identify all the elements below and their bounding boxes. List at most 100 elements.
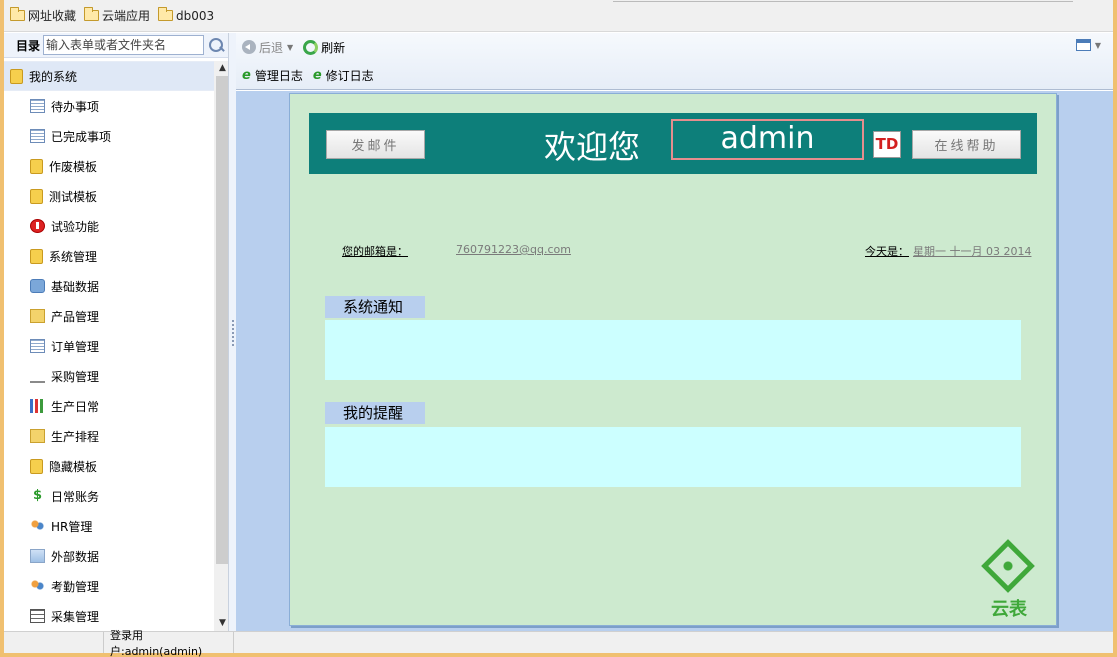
sidebar-item-label: 外部数据 [51, 549, 100, 564]
folder-icon [10, 7, 25, 21]
sidebar-item-label: 基础数据 [51, 279, 100, 294]
bookmark-label: db003 [176, 8, 215, 23]
sidebar-item-system-admin[interactable]: 系统管理 [4, 241, 214, 271]
sidebar-item-label: HR管理 [51, 519, 93, 534]
sidebar-item-experimental[interactable]: 试验功能 [4, 211, 214, 241]
sidebar-item-label: 作废模板 [49, 159, 98, 174]
sidebar-item-todo[interactable]: 待办事项 [4, 91, 214, 121]
td-logo-icon[interactable]: TD [873, 131, 901, 158]
folder-icon [30, 158, 43, 174]
sidebar-item-production-daily[interactable]: 生产日常 [4, 391, 214, 421]
sidebar-search-input[interactable] [43, 35, 205, 55]
sidebar-item-hidden-templates[interactable]: 隐藏模板 [4, 451, 214, 481]
sidebar-splitter[interactable] [228, 33, 236, 631]
my-reminder-body [325, 427, 1021, 487]
box-icon [30, 309, 45, 323]
my-reminder-title: 我的提醒 [325, 402, 425, 424]
revision-log-label: 修订日志 [325, 68, 374, 83]
bookmarks-bar: 网址收藏 云端应用 db003 [4, 0, 1113, 32]
system-notice-title: 系统通知 [325, 296, 425, 318]
cart-icon [30, 369, 45, 383]
login-user-status: 登录用户:admin(admin) [104, 629, 234, 657]
refresh-icon [303, 39, 319, 55]
send-mail-button[interactable]: 发邮件 [326, 130, 425, 159]
folder-icon [10, 68, 23, 84]
sidebar-item-label: 已完成事项 [51, 129, 112, 144]
sidebar-item-test-templates[interactable]: 测试模板 [4, 181, 214, 211]
sidebar-item-attendance[interactable]: 考勤管理 [4, 571, 214, 601]
toolbar: 后退 ▼ 刷新 ▼ e 管理日志 e 修订日志 [236, 33, 1113, 90]
admin-log-label: 管理日志 [254, 68, 303, 83]
welcome-panel: 发邮件 欢迎您 admin TD 在线帮助 您的邮箱是： 760791223@q… [289, 93, 1057, 626]
content-area: 发邮件 欢迎您 admin TD 在线帮助 您的邮箱是： 760791223@q… [236, 91, 1113, 631]
back-arrow-icon [242, 40, 256, 54]
welcome-banner: 发邮件 欢迎您 admin TD 在线帮助 [309, 113, 1037, 174]
bookmark-label: 网址收藏 [28, 9, 77, 23]
bookmark-label: 云端应用 [102, 9, 151, 23]
folder-icon [30, 248, 43, 264]
folder-icon [30, 458, 43, 474]
sidebar-title: 目录 [16, 38, 41, 53]
sidebar-item-products[interactable]: 产品管理 [4, 301, 214, 331]
table-icon [30, 99, 45, 113]
folder-icon [158, 7, 174, 21]
sidebar-item-production-schedule[interactable]: 生产排程 [4, 421, 214, 451]
power-icon [30, 219, 45, 233]
sidebar: 目录 我的系统 待办事项 已完成事项 作废模板 测试模板 试验功能 系统管理 基… [4, 33, 232, 631]
online-help-button[interactable]: 在线帮助 [912, 130, 1021, 159]
logo-diamond-icon [981, 539, 1035, 593]
chevron-down-icon: ▼ [1094, 40, 1101, 50]
sidebar-item-label: 待办事项 [51, 99, 100, 114]
bookmark-folder-db003[interactable]: db003 [158, 7, 215, 23]
document-icon [30, 609, 45, 623]
bar-chart-icon [30, 399, 45, 413]
back-label: 后退 [259, 40, 284, 55]
ie-icon: e [242, 67, 251, 83]
box-icon [30, 429, 45, 443]
logo-text: 云表 [991, 599, 1027, 620]
toolbar-row-logs: e 管理日志 e 修订日志 [236, 61, 1113, 89]
chevron-down-icon: ▼ [287, 42, 294, 52]
bookmark-folder-cloud-apps[interactable]: 云端应用 [84, 7, 150, 24]
sidebar-item-completed[interactable]: 已完成事项 [4, 121, 214, 151]
sidebar-item-label: 采集管理 [51, 609, 100, 624]
sidebar-header: 目录 [4, 33, 231, 58]
system-notice-body [325, 320, 1021, 380]
gear-icon [30, 279, 45, 293]
dollar-icon: $ [32, 488, 43, 503]
search-icon[interactable] [207, 36, 225, 54]
sidebar-item-label: 系统管理 [49, 249, 98, 264]
tree-root-my-system[interactable]: 我的系统 [4, 61, 214, 91]
sidebar-item-label: 测试模板 [49, 189, 98, 204]
sidebar-item-orders[interactable]: 订单管理 [4, 331, 214, 361]
sidebar-item-label: 产品管理 [51, 309, 100, 324]
sidebar-item-label: 生产排程 [51, 429, 100, 444]
view-menu-button[interactable]: ▼ [1075, 39, 1101, 51]
refresh-button[interactable]: 刷新 [303, 39, 345, 56]
people-icon [30, 519, 45, 533]
today-label: 今天是： [865, 245, 909, 258]
sidebar-item-external-data[interactable]: 外部数据 [4, 541, 214, 571]
sidebar-item-hr[interactable]: HR管理 [4, 511, 214, 541]
status-cell-empty [4, 632, 104, 653]
admin-log-link[interactable]: e 管理日志 [242, 67, 303, 84]
welcome-text: 欢迎您 [544, 128, 641, 166]
refresh-label: 刷新 [321, 40, 346, 55]
sidebar-item-accounting[interactable]: $ 日常账务 [4, 481, 214, 511]
window-layout-icon [1075, 39, 1091, 51]
sidebar-item-label: 试验功能 [51, 219, 100, 234]
revision-log-link[interactable]: e 修订日志 [313, 67, 374, 84]
sidebar-item-label: 隐藏模板 [49, 459, 98, 474]
sidebar-item-purchasing[interactable]: 采购管理 [4, 361, 214, 391]
yunbiao-logo: 云表 [981, 539, 1035, 620]
ie-icon: e [312, 67, 322, 83]
email-value-link[interactable]: 760791223@qq.com [456, 243, 571, 256]
back-button[interactable]: 后退 ▼ [242, 39, 293, 56]
table-icon [30, 339, 45, 353]
people-icon [30, 579, 45, 593]
bookmark-folder-favorites[interactable]: 网址收藏 [10, 7, 76, 24]
toolbar-row-nav: 后退 ▼ 刷新 ▼ [236, 33, 1113, 61]
sidebar-item-label: 考勤管理 [51, 579, 100, 594]
sidebar-item-base-data[interactable]: 基础数据 [4, 271, 214, 301]
sidebar-item-void-templates[interactable]: 作废模板 [4, 151, 214, 181]
